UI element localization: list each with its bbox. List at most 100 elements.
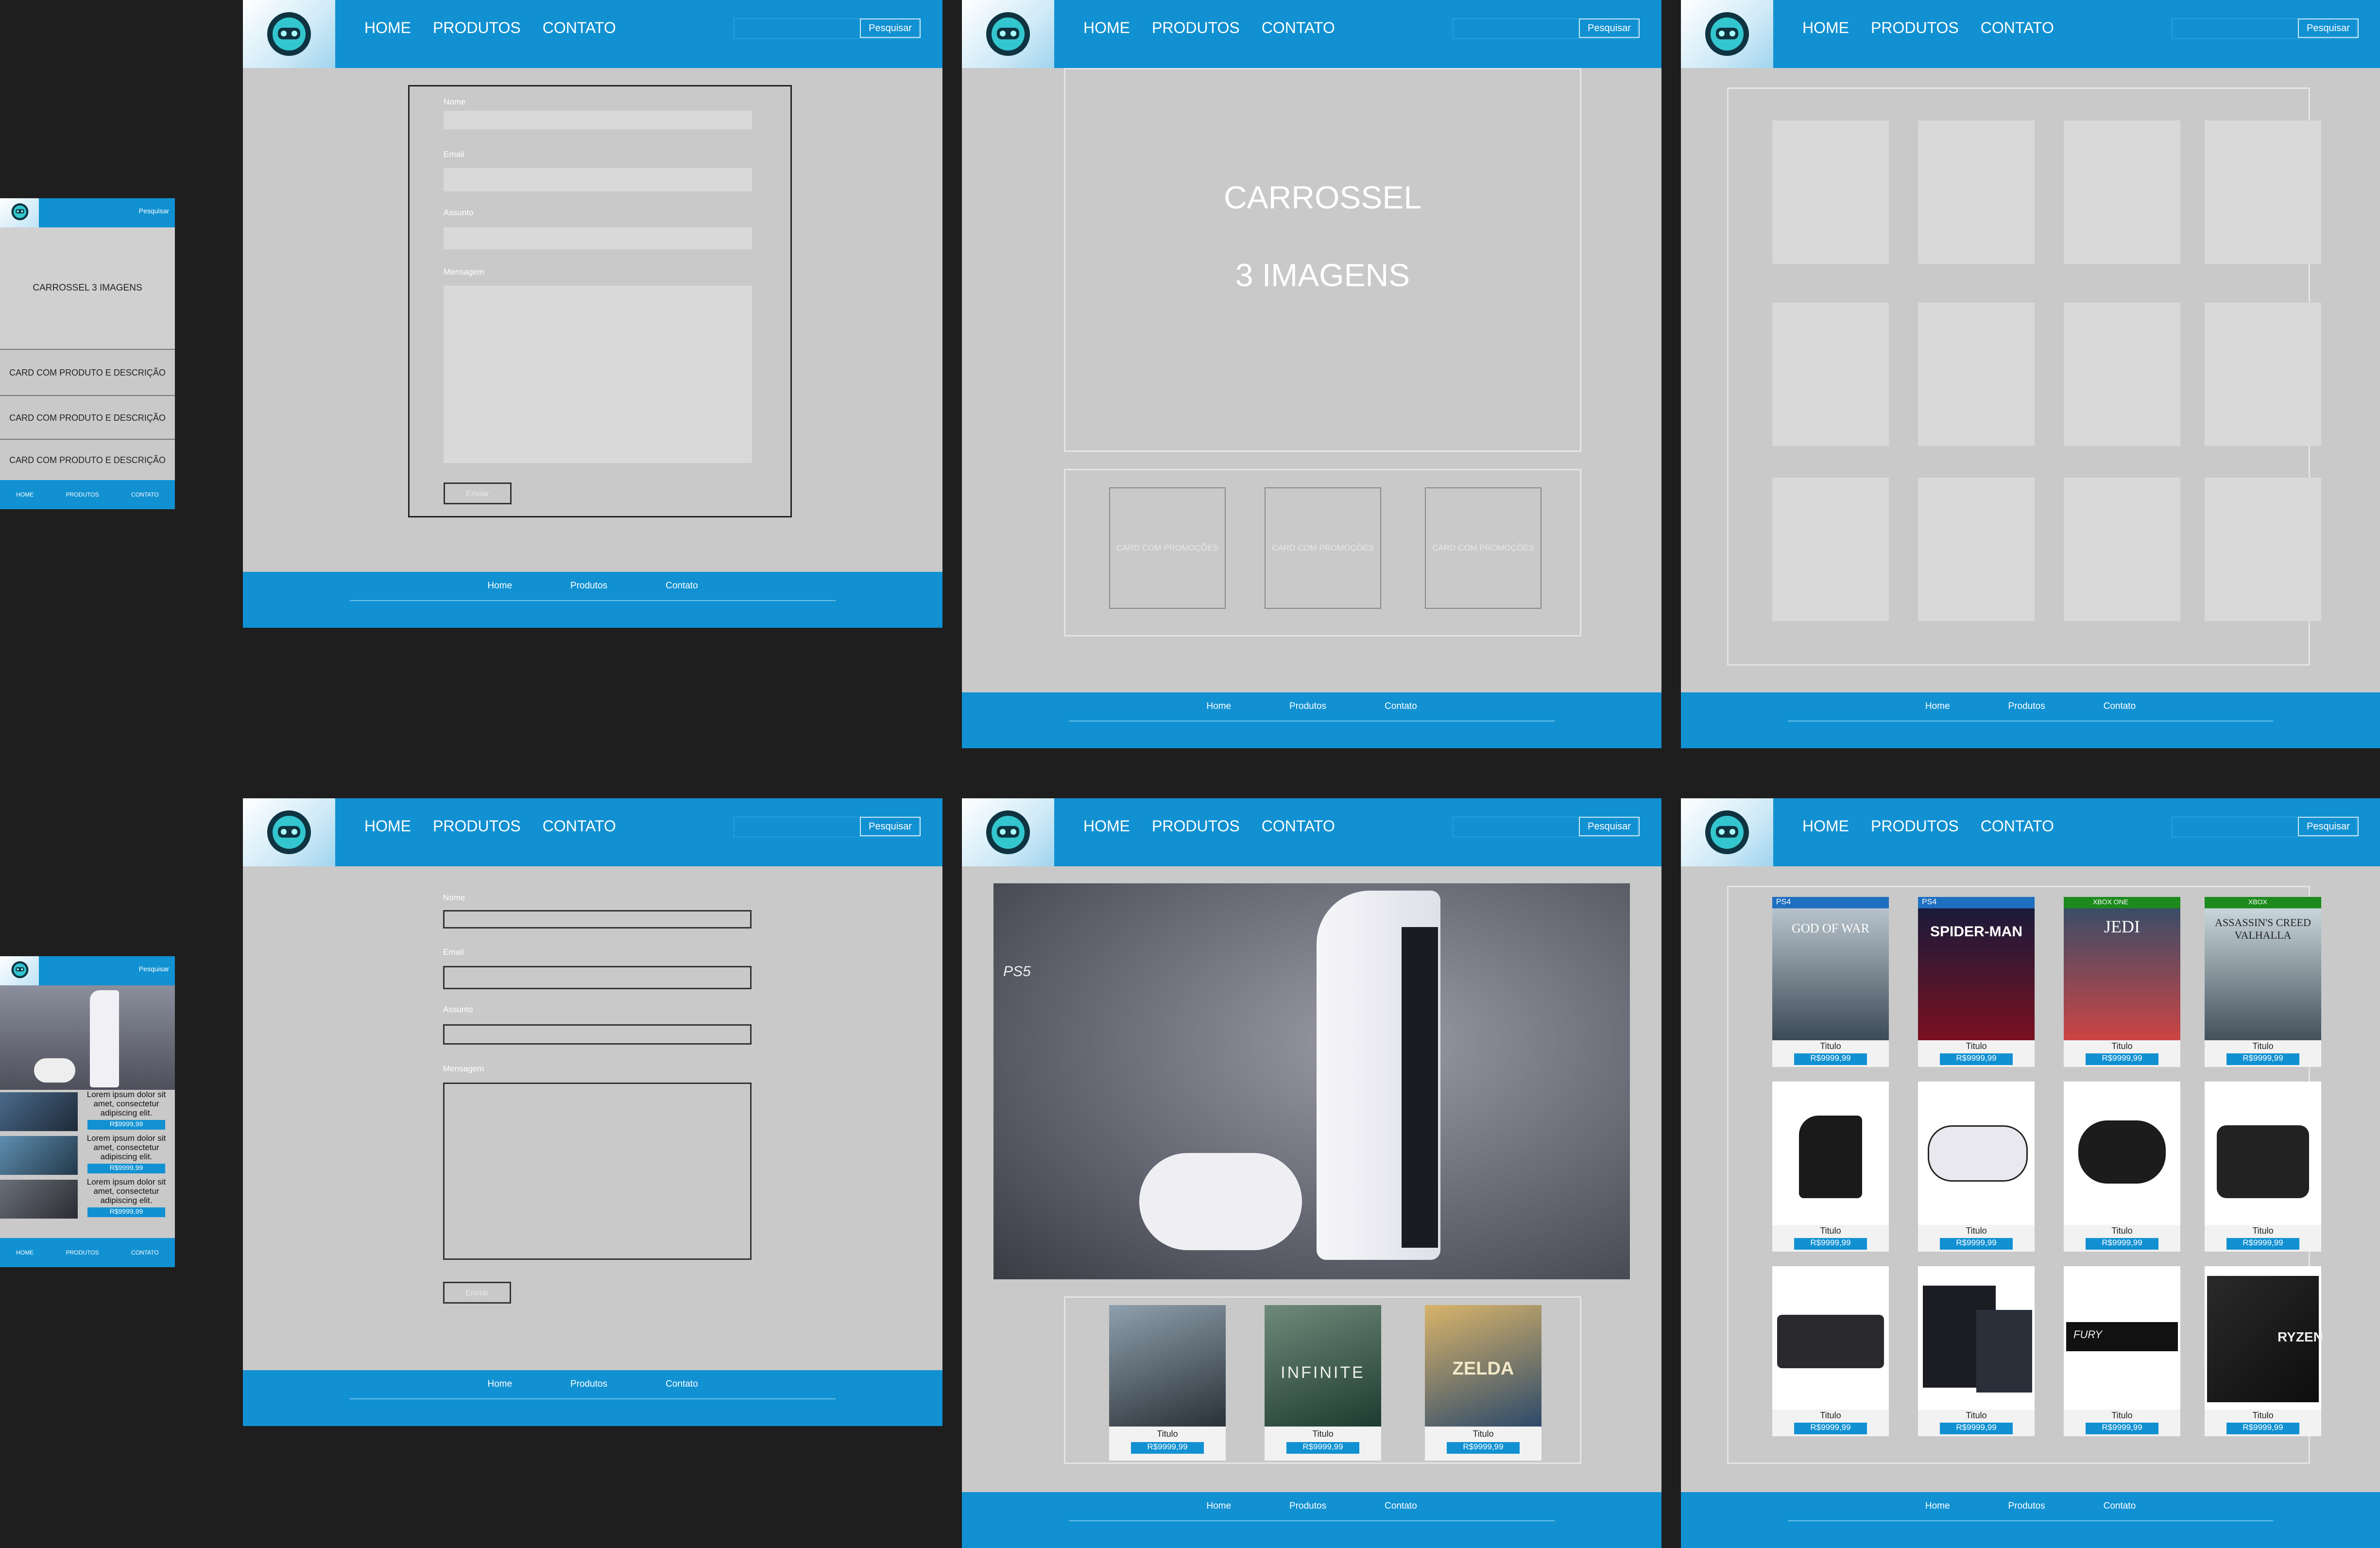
footer-link-home[interactable]: Home [487,1379,512,1390]
footer-link-home[interactable]: Home [487,581,512,591]
footer-link-home[interactable]: Home [1206,701,1231,712]
nav-products[interactable]: PRODUTOS [1152,19,1240,37]
footer-link-products[interactable]: Produtos [2008,701,2045,712]
subject-field[interactable] [444,227,752,249]
footer-link-products[interactable]: Produtos [1289,1501,1326,1512]
search-button[interactable]: Pesquisar [2298,817,2359,836]
product-card[interactable]: Titulo R$9999,99 [1772,1082,1889,1252]
footer-link-products[interactable]: PRODUTOS [66,491,99,498]
nav-contact[interactable]: CONTATO [1262,817,1335,835]
nav-products[interactable]: PRODUTOS [1152,817,1240,835]
logo[interactable] [243,798,335,866]
product-card[interactable]: SPIDER-MAN PS4 Titulo R$9999,99 [1918,897,2035,1067]
footer-link-contact[interactable]: Contato [2104,701,2136,712]
logo[interactable] [1681,798,1773,866]
promo-card[interactable]: ZELDA Titulo R$9999,99 [1425,1305,1541,1461]
footer-link-products[interactable]: Produtos [570,1379,607,1390]
nav-products[interactable]: PRODUTOS [433,19,521,37]
search-button[interactable]: Pesquisar [1579,817,1640,836]
product-image-spiderman: SPIDER-MAN PS4 [1918,897,2035,1040]
footer-link-contact[interactable]: CONTATO [131,1249,159,1256]
product-card[interactable]: FURY Titulo R$9999,99 [2064,1266,2180,1436]
footer-link-products[interactable]: PRODUTOS [66,1249,99,1256]
footer-link-contact[interactable]: Contato [1385,701,1417,712]
nav-home[interactable]: HOME [364,817,411,835]
search-button[interactable]: Pesquisar [1579,18,1640,38]
footer-link-products[interactable]: Produtos [2008,1501,2045,1512]
list-item[interactable]: Lorem ipsum dolor sit amet, consectetur … [0,1134,175,1177]
product-placeholder [2205,120,2321,264]
search-button[interactable]: Pesquisar [139,207,169,215]
product-card[interactable]: Titulo R$9999,99 [2205,1082,2321,1252]
promo-card[interactable]: CARD COM PROMOÇÕES [1265,487,1381,609]
footer-link-contact[interactable]: Contato [666,1379,698,1390]
nav-products[interactable]: PRODUTOS [1871,817,1959,835]
footer-link-contact[interactable]: Contato [2104,1501,2136,1512]
list-item[interactable]: Lorem ipsum dolor sit amet, consectetur … [0,1090,175,1134]
nav-contact[interactable]: CONTATO [1981,817,2054,835]
nav-home[interactable]: HOME [1802,19,1849,37]
promo-card[interactable]: Titulo R$9999,99 [1109,1305,1226,1461]
product-card[interactable]: Titulo R$9999,99 [1772,1266,1889,1436]
submit-button[interactable]: Enviar [443,1282,511,1304]
search-button[interactable]: Pesquisar [139,965,169,973]
logo[interactable] [0,956,39,985]
footer-link-contact[interactable]: Contato [1385,1501,1417,1512]
product-placeholder [2064,120,2180,264]
product-card[interactable]: ASSASSIN'S CREED VALHALLA XBOX Titulo R$9… [2205,897,2321,1067]
product-card[interactable]: GOD OF WAR PS4 Titulo R$9999,99 [1772,897,1889,1067]
search-button[interactable]: Pesquisar [860,817,921,836]
nav-contact[interactable]: CONTATO [1981,19,2054,37]
nav-home[interactable]: HOME [1083,19,1130,37]
nav-contact[interactable]: CONTATO [1262,19,1335,37]
product-title: Titulo [2252,1041,2274,1051]
product-title: Titulo [1966,1410,1987,1420]
product-card[interactable]: Titulo R$9999,99 [1918,1266,2035,1436]
promo-card[interactable]: CARD COM PROMOÇÕES [1425,487,1541,609]
price-tag: R$9999,99 [2226,1238,2299,1250]
message-field[interactable] [443,1083,752,1260]
promo-card[interactable]: CARD COM PROMOÇÕES [1109,487,1226,609]
nav-contact[interactable]: CONTATO [543,19,616,37]
search-button[interactable]: Pesquisar [2298,18,2359,38]
logo[interactable] [962,798,1054,866]
logo[interactable] [1681,0,1773,68]
product-card[interactable]: RYZEN Titulo R$9999,99 [2205,1266,2323,1436]
main-nav: HOME PRODUTOS CONTATO [1083,0,1357,56]
nav-home[interactable]: HOME [1802,817,1849,835]
nav-home[interactable]: HOME [1083,817,1130,835]
list-item[interactable]: Lorem ipsum dolor sit amet, consectetur … [0,1177,175,1221]
name-field[interactable] [443,910,752,929]
product-card[interactable]: Titulo R$9999,99 [2064,1082,2180,1252]
promo-card[interactable]: INFINITE Titulo R$9999,99 [1265,1305,1381,1461]
footer-link-home[interactable]: Home [1925,1501,1950,1512]
footer-link-products[interactable]: Produtos [1289,701,1326,712]
footer-link-products[interactable]: Produtos [570,581,607,591]
nav-products[interactable]: PRODUTOS [433,817,521,835]
nav-home[interactable]: HOME [364,19,411,37]
footer-link-home[interactable]: HOME [16,491,34,498]
footer-link-contact[interactable]: CONTATO [131,491,159,498]
footer-link-home[interactable]: Home [1206,1501,1231,1512]
message-field[interactable] [444,286,752,463]
footer-link-home[interactable]: HOME [16,1249,34,1256]
robot-logo-icon [267,12,311,56]
name-field[interactable] [444,111,752,129]
price-tag: R$9999,99 [87,1207,165,1217]
logo[interactable] [243,0,335,68]
submit-button[interactable]: Enviar [444,482,512,504]
logo[interactable] [962,0,1054,68]
product-card[interactable]: JEDI XBOX ONE Titulo R$9999,99 [2064,897,2180,1067]
footer-link-home[interactable]: Home [1925,701,1950,712]
email-field[interactable] [443,966,752,989]
subject-field[interactable] [443,1024,752,1045]
footer-link-contact[interactable]: Contato [666,581,698,591]
search-button[interactable]: Pesquisar [860,18,921,38]
nav-products[interactable]: PRODUTOS [1871,19,1959,37]
ps5-carousel-image[interactable]: PS5 [993,883,1630,1279]
product-card[interactable]: Titulo R$9999,99 [1918,1082,2035,1252]
logo[interactable] [0,198,39,227]
nav-contact[interactable]: CONTATO [543,817,616,835]
product-image-ryzen: RYZEN [2205,1266,2323,1410]
email-field[interactable] [444,168,752,191]
